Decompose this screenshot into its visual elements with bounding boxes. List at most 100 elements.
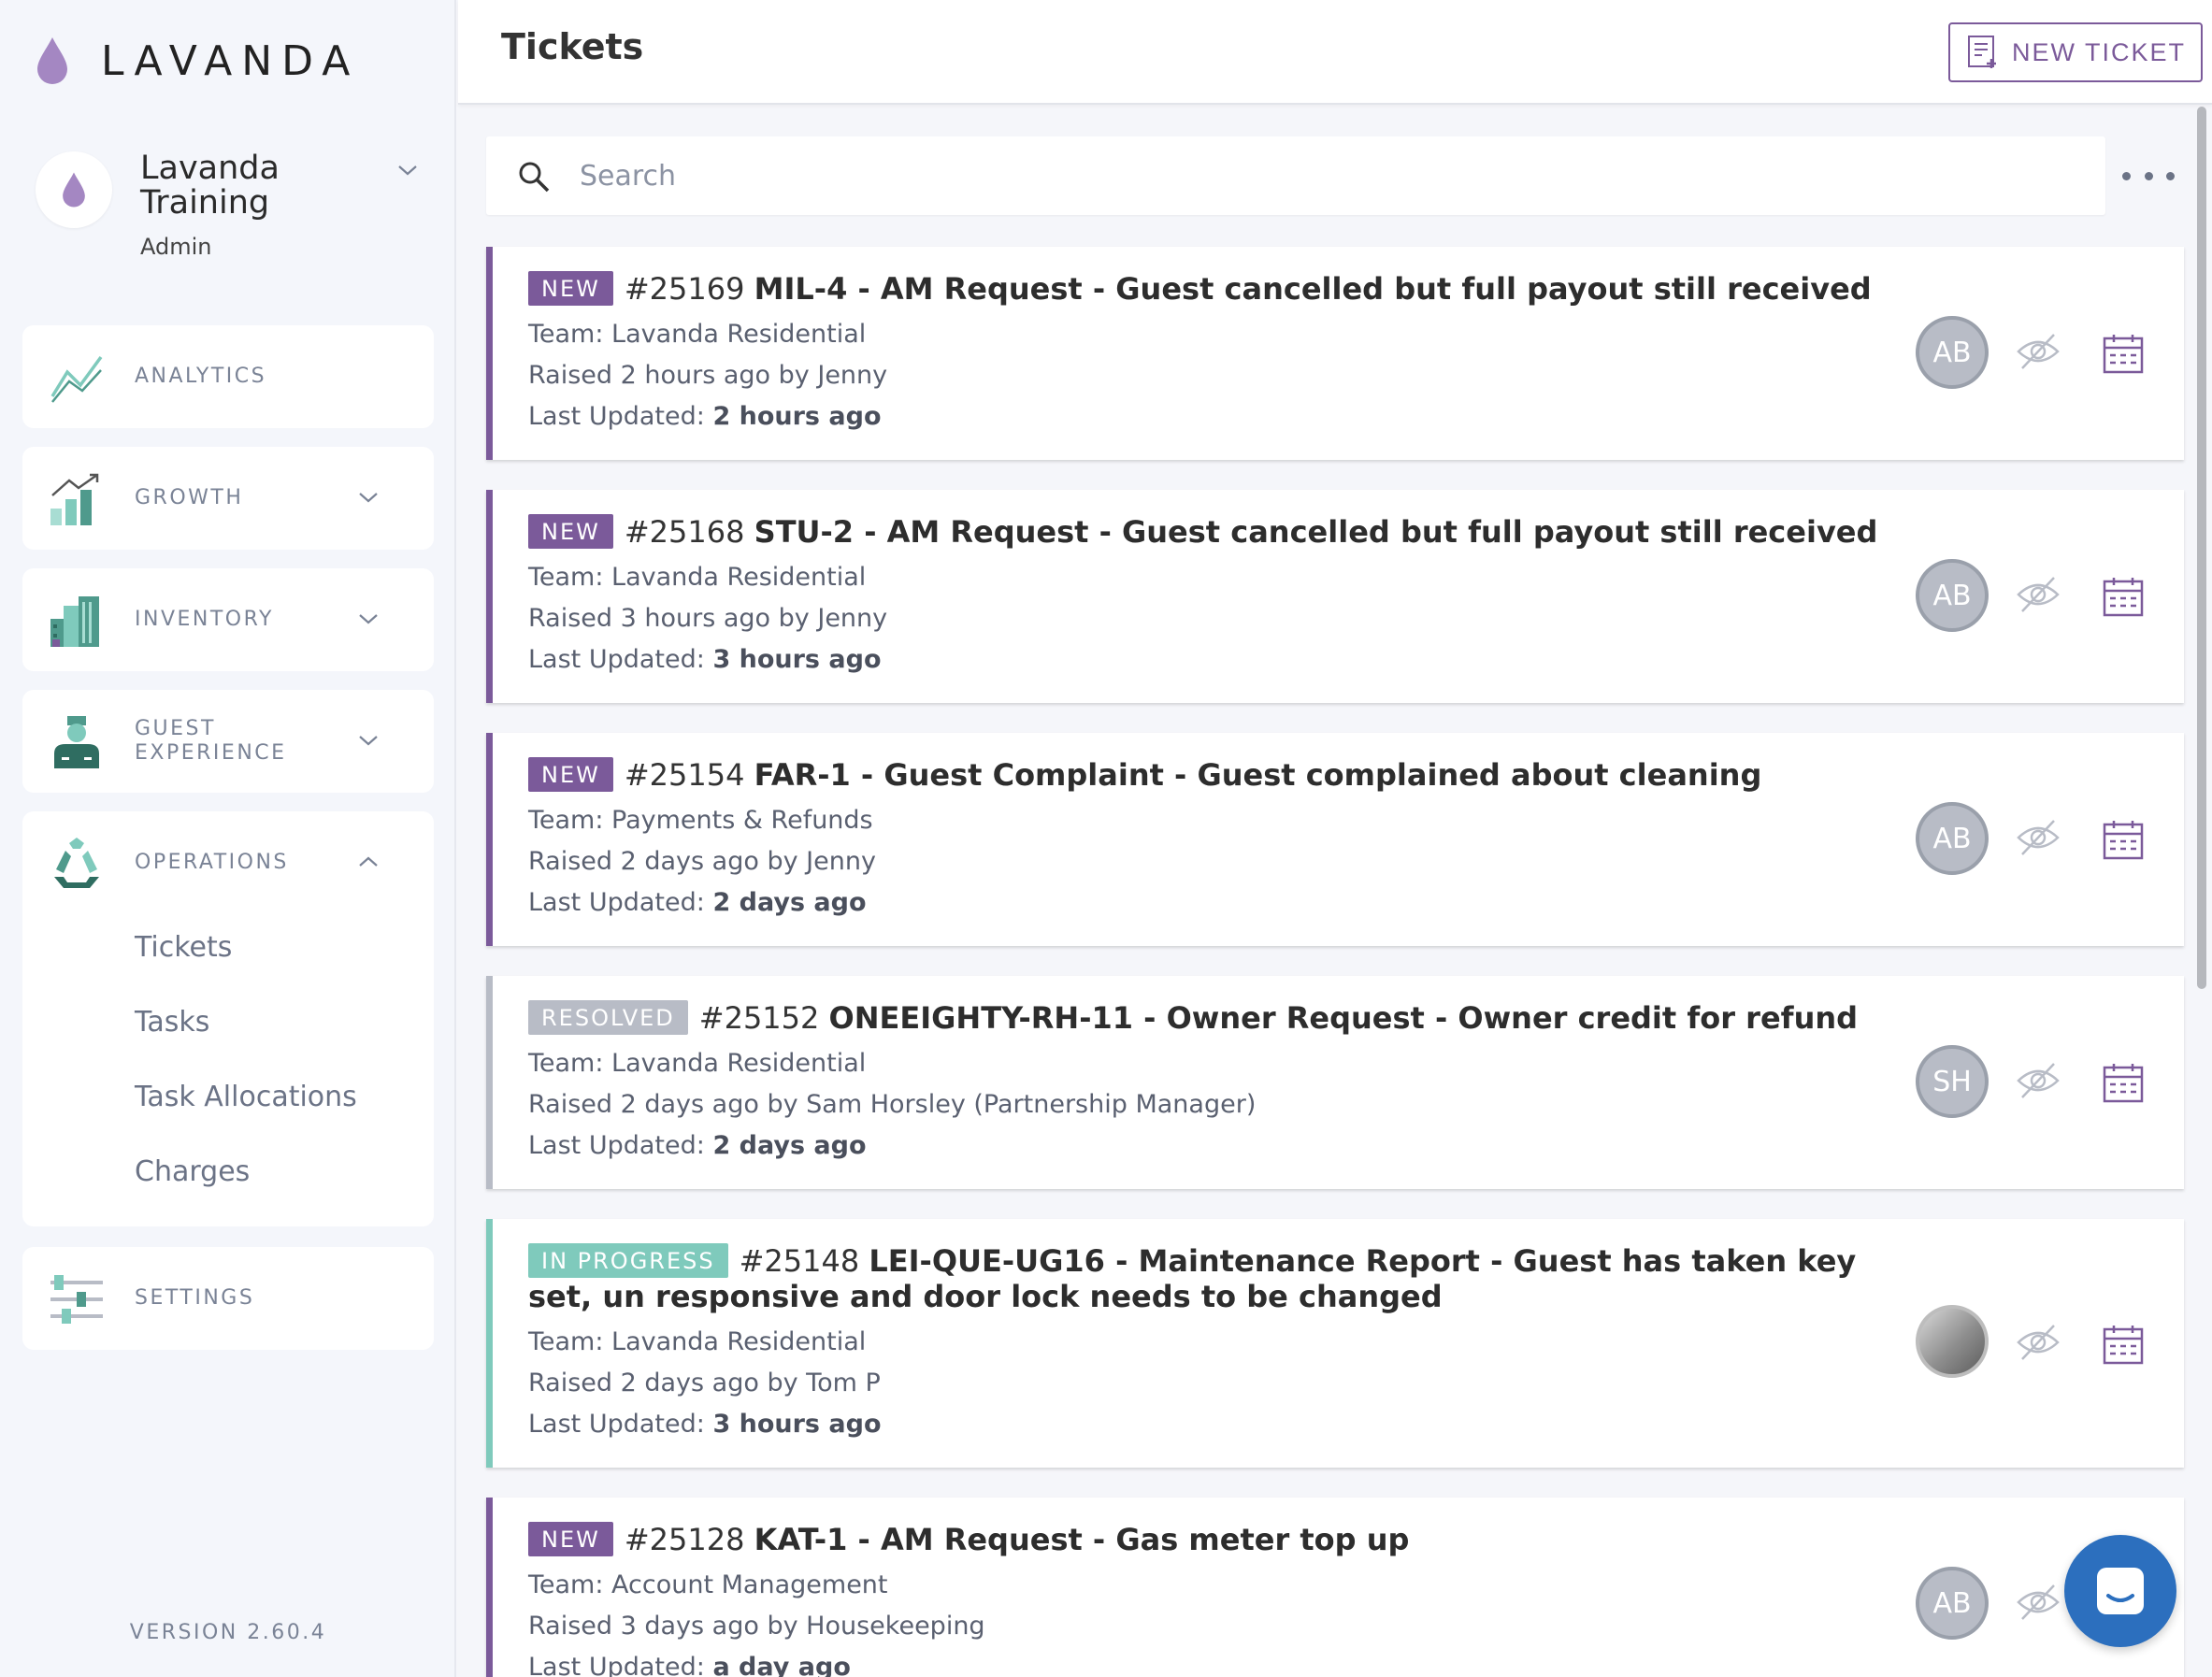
status-badge: NEW [528, 271, 613, 306]
ticket-raised: Raised 2 days ago by Jenny [528, 847, 876, 876]
new-ticket-label: NEW TICKET [2012, 37, 2187, 66]
assignee-avatar[interactable]: AB [1916, 802, 1989, 875]
account-avatar [36, 151, 112, 228]
account-switcher[interactable]: Lavanda Training Admin [36, 151, 428, 264]
nav-analytics-label: ANALYTICS [135, 365, 267, 388]
status-badge: NEW [528, 757, 613, 792]
nav-growth-label: GROWTH [135, 486, 244, 509]
eye-off-icon[interactable] [2015, 1060, 2061, 1101]
chevron-up-icon[interactable] [357, 854, 380, 869]
eye-off-icon[interactable] [2015, 331, 2061, 372]
ticket-number: #25128 [624, 1522, 745, 1557]
ticket-team: Team: Lavanda Residential [528, 563, 867, 592]
assignee-avatar[interactable]: AB [1916, 559, 1989, 632]
calendar-icon[interactable] [2103, 819, 2144, 860]
nav-analytics[interactable]: ANALYTICS [22, 325, 434, 428]
search-input[interactable] [580, 150, 2076, 202]
nav-guest-experience[interactable]: GUEST EXPERIENCE [22, 690, 434, 793]
ticket-card[interactable]: NEW #25154 FAR-1 - Guest Complaint - Gues… [486, 733, 2184, 946]
brand-name: LAVANDA [101, 36, 360, 85]
ticket-updated: Last Updated: 2 hours ago [528, 402, 882, 431]
assignee-avatar[interactable] [1916, 1305, 1989, 1378]
sliders-icon [50, 1275, 103, 1324]
status-badge: NEW [528, 1522, 613, 1556]
eye-off-icon[interactable] [2015, 1322, 2061, 1363]
eye-off-icon[interactable] [2015, 817, 2061, 858]
account-role: Admin [140, 234, 212, 260]
ticket-title[interactable]: NEW #25128 KAT-1 - AM Request - Gas meter… [528, 1522, 1912, 1557]
ticket-subject: FAR-1 - Guest Complaint - Guest complain… [754, 757, 1762, 793]
nav-growth[interactable]: GROWTH [22, 447, 434, 550]
lavender-drop-icon [37, 37, 67, 84]
page-title: Tickets [501, 26, 644, 67]
ticket-card[interactable]: IN PROGRESS #25148 LEI-QUE-UG16 - Mainten… [486, 1219, 2184, 1468]
nav-item-task-allocations[interactable]: Task Allocations [135, 1081, 357, 1113]
chevron-down-icon[interactable] [396, 163, 419, 178]
ticket-card[interactable]: RESOLVED #25152 ONEEIGHTY-RH-11 - Owner R… [486, 976, 2184, 1189]
ticket-updated: Last Updated: a day ago [528, 1653, 851, 1677]
eye-off-icon[interactable] [2015, 574, 2061, 615]
ticket-number: #25152 [698, 1000, 820, 1036]
sidebar: LAVANDA Lavanda Training Admin ANALYTICS [0, 0, 456, 1677]
more-options-button[interactable] [2122, 159, 2175, 193]
ticket-title[interactable]: RESOLVED #25152 ONEEIGHTY-RH-11 - Owner R… [528, 1000, 1912, 1036]
search-icon [519, 162, 550, 193]
chevron-down-icon[interactable] [357, 611, 380, 626]
chat-icon [2097, 1568, 2144, 1614]
ticket-card[interactable]: NEW #25128 KAT-1 - AM Request - Gas meter… [486, 1498, 2184, 1677]
nav-inventory[interactable]: INVENTORY [22, 568, 434, 671]
nav-item-tickets[interactable]: Tickets [135, 931, 232, 964]
recycle-icon [54, 838, 99, 888]
concierge-icon [54, 716, 99, 768]
nav-item-charges[interactable]: Charges [135, 1155, 250, 1188]
ticket-number: #25154 [624, 757, 745, 793]
ticket-team: Team: Lavanda Residential [528, 1049, 867, 1078]
ticket-card[interactable]: NEW #25168 STU-2 - AM Request - Guest can… [486, 490, 2184, 703]
ticket-card[interactable]: NEW #25169 MIL-4 - AM Request - Guest can… [486, 247, 2184, 460]
top-bar: Tickets NEW TICKET [458, 0, 2212, 105]
chevron-down-icon[interactable] [357, 733, 380, 748]
nav-operations: OPERATIONS Tickets Tasks Task Allocation… [22, 811, 434, 1226]
nav-guest-experience-label: GUEST EXPERIENCE [135, 717, 287, 765]
chevron-down-icon[interactable] [357, 490, 380, 505]
ticket-title[interactable]: NEW #25168 STU-2 - AM Request - Guest can… [528, 514, 1912, 550]
chat-launcher-button[interactable] [2064, 1535, 2176, 1647]
buildings-icon [50, 596, 99, 647]
ticket-title[interactable]: NEW #25154 FAR-1 - Guest Complaint - Gues… [528, 757, 1912, 793]
nav-settings-label: SETTINGS [135, 1286, 255, 1310]
ticket-subject: MIL-4 - AM Request - Guest cancelled but… [754, 271, 1872, 307]
ticket-updated: Last Updated: 3 hours ago [528, 1410, 882, 1439]
nav-settings[interactable]: SETTINGS [22, 1247, 434, 1350]
assignee-avatar[interactable]: AB [1916, 1567, 1989, 1640]
ticket-subject: KAT-1 - AM Request - Gas meter top up [754, 1522, 1410, 1557]
line-chart-icon [50, 355, 103, 403]
calendar-icon[interactable] [2103, 1324, 2144, 1365]
ticket-team: Team: Account Management [528, 1570, 888, 1599]
scrollbar-thumb[interactable] [2197, 107, 2206, 989]
ticket-title[interactable]: IN PROGRESS #25148 LEI-QUE-UG16 - Mainten… [528, 1243, 1912, 1314]
assignee-avatar[interactable]: AB [1916, 316, 1989, 389]
ticket-subject: ONEEIGHTY-RH-11 - Owner Request - Owner … [828, 1000, 1859, 1036]
calendar-icon[interactable] [2103, 1062, 2144, 1103]
app-version: VERSION 2.60.4 [129, 1621, 327, 1644]
ticket-updated: Last Updated: 2 days ago [528, 1131, 867, 1160]
ticket-raised: Raised 2 hours ago by Jenny [528, 361, 888, 390]
nav-item-tasks[interactable]: Tasks [135, 1006, 209, 1039]
brand-logo[interactable]: LAVANDA [34, 36, 359, 86]
growth-bars-icon [50, 473, 99, 525]
calendar-icon[interactable] [2103, 576, 2144, 617]
nav-operations-label: OPERATIONS [135, 851, 289, 874]
ticket-raised: Raised 2 days ago by Tom P [528, 1369, 881, 1398]
ticket-subject: STU-2 - AM Request - Guest cancelled but… [754, 514, 1878, 550]
ticket-team: Team: Lavanda Residential [528, 1327, 867, 1356]
status-badge: NEW [528, 514, 613, 549]
nav-operations-header[interactable]: OPERATIONS [22, 811, 434, 914]
ticket-updated: Last Updated: 2 days ago [528, 888, 867, 917]
new-ticket-button[interactable]: NEW TICKET [1948, 22, 2203, 82]
account-name: Lavanda Training [140, 150, 280, 222]
ticket-number: #25148 [739, 1243, 860, 1279]
eye-off-icon[interactable] [2015, 1582, 2061, 1623]
calendar-icon[interactable] [2103, 333, 2144, 374]
assignee-avatar[interactable]: SH [1916, 1045, 1989, 1118]
ticket-title[interactable]: NEW #25169 MIL-4 - AM Request - Guest can… [528, 271, 1912, 307]
